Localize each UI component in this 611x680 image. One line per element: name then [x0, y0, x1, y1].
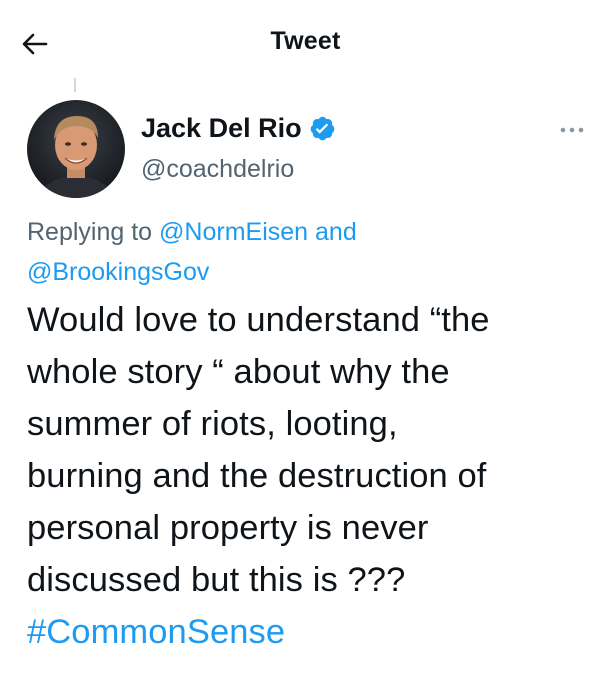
profile-photo [27, 100, 125, 198]
tweet-text-line: Would love to understand “the [27, 301, 490, 339]
replying-prefix: Replying to [27, 218, 153, 246]
top-bar: Tweet [0, 0, 611, 88]
display-name: Jack Del Rio [141, 113, 302, 143]
more-horizontal-icon [560, 127, 584, 133]
page-title: Tweet [270, 27, 341, 55]
hashtag-link[interactable]: #CommonSense [27, 606, 597, 658]
tweet-text-line: personal property is never [27, 509, 429, 547]
conjunction-text: and [315, 218, 357, 246]
mention-link[interactable]: @BrookingsGov [27, 258, 209, 286]
tweet-body: Would love to understand “the whole stor… [27, 294, 597, 658]
tweet-text-line: discussed but this is ??? [27, 561, 406, 599]
author-name-row[interactable]: Jack Del Rio [141, 113, 336, 144]
verified-badge-icon [309, 115, 336, 142]
tweet-text-line: burning and the destruction of [27, 457, 487, 495]
more-options-button[interactable] [550, 116, 594, 144]
author-handle[interactable]: @coachdelrio [141, 155, 294, 184]
avatar[interactable] [27, 100, 125, 198]
tweet-text-line: whole story “ about why the [27, 353, 450, 391]
mention-link[interactable]: @NormEisen [159, 218, 308, 246]
replying-to-line: Replying to @NormEisen and @BrookingsGov [27, 212, 587, 292]
thread-connector-line [74, 78, 76, 92]
tweet-text-line: summer of riots, looting, [27, 405, 398, 443]
